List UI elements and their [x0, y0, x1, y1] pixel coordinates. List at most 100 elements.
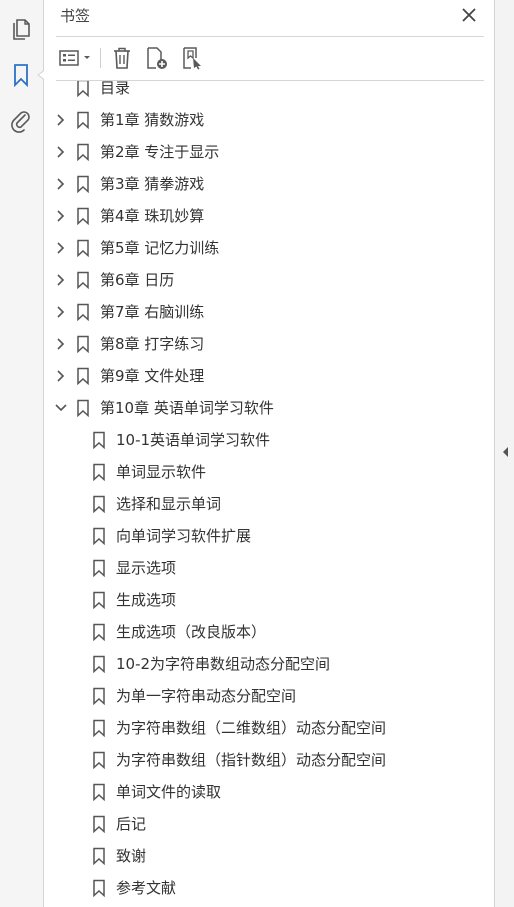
- bookmark-label: 第9章 文件处理: [100, 367, 205, 385]
- bookmarks-panel: 书签 目录 第1章 猜数游戏 第2章 专注于显示 第3章 猜拳游戏 第4章 珠玑…: [44, 0, 494, 907]
- bookmark-label: 10-2为字符串数组动态分配空间: [116, 655, 331, 673]
- bookmark-row[interactable]: 第10章 英语单词学习软件: [44, 392, 476, 424]
- bookmark-icon: [77, 207, 89, 225]
- bookmark-from-selection-button[interactable]: [178, 44, 208, 72]
- bookmark-icon: [93, 687, 105, 705]
- bookmark-row[interactable]: 第7章 右脑训练: [44, 296, 476, 328]
- bookmark-label: 第10章 英语单词学习软件: [100, 399, 274, 417]
- bookmark-label: 第5章 记忆力训练: [100, 239, 220, 257]
- chevron-right-icon[interactable]: [54, 209, 68, 223]
- document-edge-strip: [494, 0, 514, 907]
- bookmark-icon: [93, 655, 105, 673]
- bookmark-icon: [77, 271, 89, 289]
- collapse-panel-arrow-icon[interactable]: [501, 446, 509, 458]
- bookmark-icon: [93, 463, 105, 481]
- chevron-right-icon[interactable]: [54, 241, 68, 255]
- bookmark-label: 为字符串数组（指针数组）动态分配空间: [116, 751, 387, 769]
- bookmark-row[interactable]: 第2章 专注于显示: [44, 136, 476, 168]
- child-bookmark-row[interactable]: 选择和显示单词: [44, 488, 476, 520]
- bookmark-row[interactable]: 第1章 猜数游戏: [44, 104, 476, 136]
- child-bookmark-row[interactable]: 10-2为字符串数组动态分配空间: [44, 648, 476, 680]
- pages-icon[interactable]: [8, 16, 34, 42]
- child-bookmark-row[interactable]: 单词显示软件: [44, 456, 476, 488]
- bookmark-icon: [93, 431, 105, 449]
- bookmark-label: 第7章 右脑训练: [100, 303, 205, 321]
- bookmark-label: 参考文献: [116, 879, 177, 897]
- panel-title: 书签: [60, 7, 91, 25]
- child-bookmark-row[interactable]: 10-1英语单词学习软件: [44, 424, 476, 456]
- bookmark-label: 目录: [100, 81, 131, 97]
- bookmark-icon: [93, 815, 105, 833]
- new-bookmark-button[interactable]: [142, 44, 172, 72]
- child-bookmark-row[interactable]: 单词文件的读取: [44, 776, 476, 808]
- chevron-right-icon[interactable]: [54, 369, 68, 383]
- bookmark-label: 10-1英语单词学习软件: [116, 431, 271, 449]
- child-bookmark-row[interactable]: 显示选项: [44, 552, 476, 584]
- child-bookmark-row[interactable]: 生成选项（改良版本）: [44, 616, 476, 648]
- bookmark-icon: [93, 751, 105, 769]
- child-bookmark-row[interactable]: 为字符串数组（二维数组）动态分配空间: [44, 712, 476, 744]
- bookmark-icon: [93, 495, 105, 513]
- bookmark-label: 生成选项（改良版本）: [116, 623, 267, 641]
- bookmark-label: 生成选项: [116, 591, 177, 609]
- bookmark-label: 显示选项: [116, 559, 177, 577]
- chevron-right-icon[interactable]: [54, 337, 68, 351]
- bookmark-icon[interactable]: [8, 62, 34, 88]
- new-bookmark-icon: [147, 47, 167, 69]
- bookmark-icon: [93, 559, 105, 577]
- bookmark-icon: [93, 591, 105, 609]
- child-bookmark-row[interactable]: 后记: [44, 808, 476, 840]
- bookmark-label: 向单词学习软件扩展: [116, 527, 252, 545]
- bookmark-label: 单词显示软件: [116, 463, 207, 481]
- attachment-icon[interactable]: [8, 108, 34, 134]
- bookmark-label: 后记: [116, 815, 147, 833]
- trash-icon: [114, 47, 130, 69]
- bookmark-row[interactable]: 第5章 记忆力训练: [44, 232, 476, 264]
- bookmark-icon: [77, 175, 89, 193]
- chevron-down-icon[interactable]: [54, 401, 68, 415]
- chevron-right-icon[interactable]: [54, 305, 68, 319]
- bookmark-label: 致谢: [116, 847, 147, 865]
- options-menu-button[interactable]: [58, 44, 94, 72]
- bookmark-row[interactable]: 第4章 珠玑妙算: [44, 200, 476, 232]
- bookmark-icon: [77, 111, 89, 129]
- bookmark-row[interactable]: 第3章 猜拳游戏: [44, 168, 476, 200]
- bookmark-icon: [77, 399, 89, 417]
- chevron-right-icon[interactable]: [54, 273, 68, 287]
- bookmark-row[interactable]: 第6章 日历: [44, 264, 476, 296]
- chevron-right-icon[interactable]: [54, 177, 68, 191]
- bookmark-tree: 目录第1章 猜数游戏第2章 专注于显示第3章 猜拳游戏第4章 珠玑妙算 第5章 记…: [44, 81, 476, 907]
- bookmark-icon: [93, 719, 105, 737]
- title-divider: [56, 36, 484, 37]
- bookmark-icon: [93, 783, 105, 801]
- chevron-right-icon[interactable]: [54, 113, 68, 127]
- bookmark-label: 第4章 珠玑妙算: [100, 207, 205, 225]
- child-bookmark-row[interactable]: 为字符串数组（指针数组）动态分配空间: [44, 744, 476, 776]
- bookmarks-toolbar: [56, 42, 484, 76]
- bookmark-icon: [77, 367, 89, 385]
- child-bookmark-row[interactable]: 参考文献: [44, 872, 476, 904]
- bookmark-from-selection-icon: [183, 47, 201, 70]
- bookmark-row[interactable]: 目录: [44, 81, 476, 104]
- child-bookmark-row[interactable]: 向单词学习软件扩展: [44, 520, 476, 552]
- delete-bookmark-button[interactable]: [108, 44, 136, 72]
- bookmark-icon: [77, 303, 89, 321]
- bookmark-icon: [93, 879, 105, 897]
- bookmark-icon: [77, 335, 89, 353]
- bookmark-row[interactable]: 第8章 打字练习: [44, 328, 476, 360]
- bookmark-label: 第8章 打字练习: [100, 335, 205, 353]
- toolbar-divider: [100, 48, 101, 68]
- bookmark-label: 第6章 日历: [100, 271, 175, 289]
- bookmark-icon: [77, 81, 89, 97]
- bookmark-row[interactable]: 第9章 文件处理: [44, 360, 476, 392]
- child-bookmark-row[interactable]: 为单一字符串动态分配空间: [44, 680, 476, 712]
- list-options-icon: [59, 50, 90, 66]
- close-icon[interactable]: [458, 4, 480, 26]
- bookmark-label: 第2章 专注于显示: [100, 143, 220, 161]
- bookmark-label: 为字符串数组（二维数组）动态分配空间: [116, 719, 387, 737]
- bookmark-label: 为单一字符串动态分配空间: [116, 687, 297, 705]
- chevron-right-icon[interactable]: [54, 145, 68, 159]
- bookmark-icon: [93, 623, 105, 641]
- child-bookmark-row[interactable]: 致谢: [44, 840, 476, 872]
- child-bookmark-row[interactable]: 生成选项: [44, 584, 476, 616]
